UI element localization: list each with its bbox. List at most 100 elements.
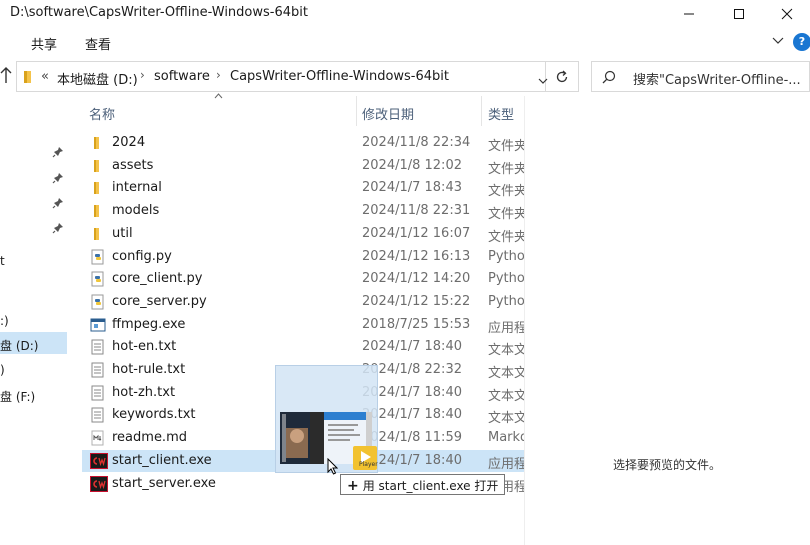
minimize-button[interactable] — [666, 0, 712, 28]
window-title: D:\software\CapsWriter-Offline-Windows-6… — [10, 5, 308, 20]
file-row[interactable]: ffmpeg.exe 2018/7/25 15:53 应用程序 — [82, 314, 524, 336]
chevron-down-icon — [772, 37, 784, 44]
file-name: core_server.py — [112, 293, 207, 309]
column-header-name[interactable]: 名称 — [89, 104, 115, 132]
nav-item-drive-d[interactable]: 盘 (D:) — [0, 337, 38, 354]
file-name: ffmpeg.exe — [112, 316, 186, 332]
capswriter-exe-icon — [90, 452, 108, 469]
file-type: 文本文档 — [488, 411, 524, 427]
tab-share[interactable]: 共享 — [31, 34, 57, 53]
drag-tooltip-text: 用 start_client.exe 打开 — [362, 479, 499, 493]
breadcrumb-overflow[interactable]: « — [41, 69, 49, 84]
expand-ribbon-button[interactable] — [772, 35, 784, 50]
title-bar: D:\software\CapsWriter-Offline-Windows-6… — [0, 0, 810, 28]
file-date: 2024/1/7 18:40 — [362, 339, 462, 355]
chevron-right-icon[interactable]: › — [140, 68, 145, 82]
python-file-icon — [90, 294, 106, 310]
text-file-icon — [90, 339, 106, 355]
maximize-button[interactable] — [716, 0, 762, 28]
file-type: 文本文档 — [488, 388, 524, 404]
file-date: 2024/11/8 22:31 — [362, 203, 471, 219]
nav-item[interactable]: ) — [0, 363, 5, 377]
file-date: 2024/1/12 16:13 — [362, 248, 471, 264]
pin-icon[interactable] — [52, 146, 64, 162]
file-type: Python — [488, 248, 524, 264]
preview-empty-text: 选择要预览的文件。 — [613, 458, 722, 472]
file-date: 2024/1/12 14:20 — [362, 271, 471, 287]
folder-icon — [23, 70, 33, 88]
file-row[interactable]: internal 2024/1/7 18:43 文件夹 — [82, 177, 524, 199]
ribbon: 共享 查看 ? — [0, 28, 810, 56]
nav-item[interactable]: :) — [0, 314, 9, 328]
file-date: 2024/1/8 12:02 — [362, 157, 462, 173]
chevron-right-icon[interactable]: › — [216, 68, 221, 82]
file-type: 文件夹 — [488, 207, 524, 223]
help-button[interactable]: ? — [793, 33, 810, 51]
refresh-button[interactable] — [546, 61, 579, 92]
file-type: 文件夹 — [488, 161, 524, 177]
tab-view[interactable]: 查看 — [85, 34, 111, 53]
file-row[interactable]: assets 2024/1/8 12:02 文件夹 — [82, 155, 524, 177]
column-header-type[interactable]: 类型 — [488, 104, 514, 132]
file-date: 2018/7/25 15:53 — [362, 316, 471, 332]
breadcrumb-software[interactable]: software — [154, 69, 210, 84]
folder-icon — [90, 226, 106, 242]
file-name: hot-zh.txt — [112, 384, 176, 400]
column-divider[interactable] — [356, 96, 357, 126]
pin-icon[interactable] — [52, 222, 64, 238]
close-icon — [781, 8, 793, 20]
search-placeholder: 搜索"CapsWriter-Offline-... — [633, 73, 801, 88]
search-box[interactable]: 搜索"CapsWriter-Offline-... — [591, 61, 810, 92]
python-file-icon — [90, 249, 106, 265]
arrow-up-icon — [0, 67, 12, 83]
file-name: assets — [112, 157, 154, 173]
text-file-icon — [90, 362, 106, 378]
file-date: 2024/1/12 15:22 — [362, 293, 471, 309]
file-type: 文本文档 — [488, 366, 524, 381]
file-row[interactable]: models 2024/11/8 22:31 文件夹 — [82, 200, 524, 222]
file-type: 文本文档 — [488, 343, 524, 359]
pin-icon[interactable] — [52, 172, 64, 188]
file-type: 应用程序 — [488, 456, 524, 472]
file-type: 应用程序 — [488, 320, 524, 336]
file-date: 2024/1/7 18:43 — [362, 180, 462, 196]
breadcrumb-capswriter[interactable]: CapsWriter-Offline-Windows-64bit — [230, 69, 449, 84]
navigation-pane: t :) 盘 (D:) ) 盘 (F:) — [0, 96, 68, 545]
file-row[interactable]: hot-en.txt 2024/1/7 18:40 文本文档 — [82, 336, 524, 358]
file-name: 2024 — [112, 135, 146, 150]
player-badge: Player — [359, 461, 378, 468]
search-icon — [602, 70, 616, 88]
pin-icon[interactable] — [52, 197, 64, 213]
file-type: 文件夹 — [488, 139, 524, 154]
file-name: hot-en.txt — [112, 339, 177, 355]
address-bar[interactable]: « 本地磁盘 (D:) › software › CapsWriter-Offl… — [16, 61, 548, 92]
up-button[interactable] — [0, 66, 14, 86]
file-type: Python — [488, 271, 524, 287]
file-name: core_client.py — [112, 271, 203, 287]
file-name: internal — [112, 180, 162, 196]
folder-icon — [90, 135, 106, 151]
breadcrumb-drive[interactable]: 本地磁盘 (D:) — [57, 69, 138, 88]
column-header-date[interactable]: 修改日期 — [362, 104, 414, 132]
file-name: readme.md — [112, 430, 187, 446]
file-row[interactable]: util 2024/1/12 16:07 文件夹 — [82, 223, 524, 245]
file-row[interactable]: 2024 2024/11/8 22:34 文件夹 — [82, 132, 524, 154]
text-file-icon — [90, 407, 106, 423]
drag-thumbnail: Player — [275, 365, 378, 473]
refresh-icon — [556, 70, 568, 82]
capswriter-exe-icon — [90, 475, 108, 492]
file-name: util — [112, 225, 133, 241]
file-name: hot-rule.txt — [112, 362, 186, 377]
nav-item-drive-f[interactable]: 盘 (F:) — [0, 388, 35, 405]
minimize-icon — [684, 13, 694, 15]
file-row[interactable]: core_server.py 2024/1/12 15:22 Python — [82, 291, 524, 313]
file-type: Python — [488, 293, 524, 309]
column-divider[interactable] — [481, 96, 482, 126]
close-button[interactable] — [764, 0, 810, 28]
file-name: config.py — [112, 248, 172, 264]
file-row[interactable]: core_client.py 2024/1/12 14:20 Python — [82, 268, 524, 290]
file-date: 2024/1/12 16:07 — [362, 225, 471, 241]
nav-item[interactable]: t — [0, 254, 5, 268]
file-row[interactable]: config.py 2024/1/12 16:13 Python — [82, 246, 524, 268]
file-name: keywords.txt — [112, 407, 196, 423]
